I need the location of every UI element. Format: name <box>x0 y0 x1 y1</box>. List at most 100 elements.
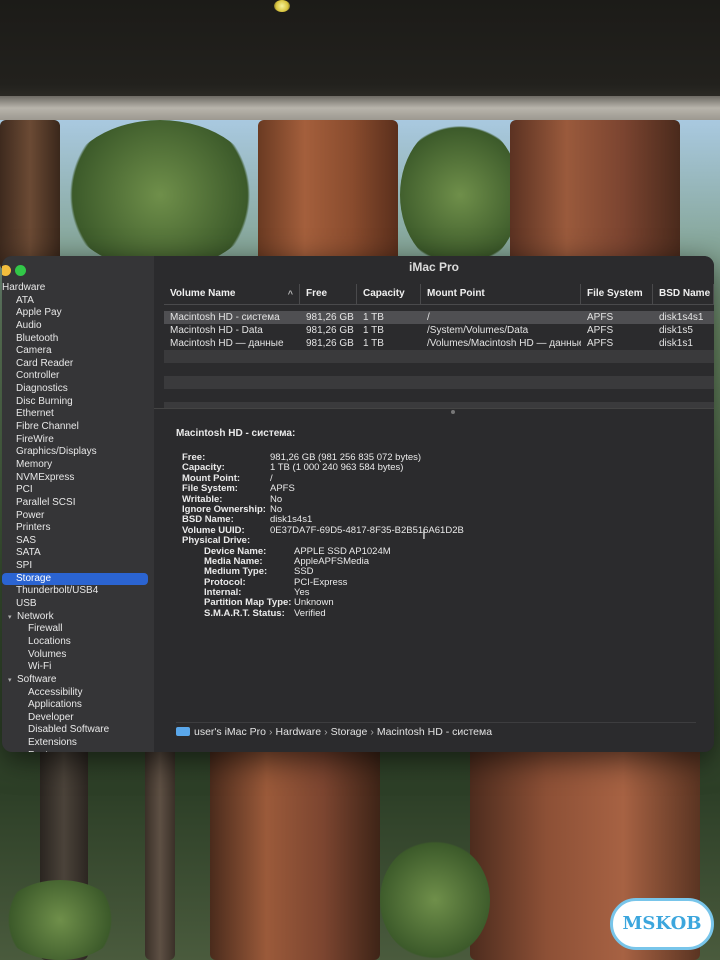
sidebar-item-nvmexpress[interactable]: NVMExpress <box>2 472 154 485</box>
sidebar-item-software[interactable]: ▾ Software <box>2 674 154 687</box>
sidebar-item-network[interactable]: ▾ Network <box>2 611 154 624</box>
sidebar-item-label: Fonts <box>28 750 53 752</box>
window-close-button[interactable] <box>2 265 11 276</box>
sidebar-item-label: NVMExpress <box>16 471 75 483</box>
sidebar-item-disc-burning[interactable]: Disc Burning <box>2 396 154 409</box>
detail-label: Physical Drive: <box>182 535 251 547</box>
volumes-table: Volume Name ^ Free Capacity Mount Point F… <box>164 284 714 415</box>
sidebar-item-disabled-software[interactable]: Disabled Software <box>2 724 154 737</box>
text-cursor-icon: I <box>422 526 426 542</box>
foliage <box>400 120 520 270</box>
sidebar-item-camera[interactable]: Camera <box>2 345 154 358</box>
sidebar-item-power[interactable]: Power <box>2 510 154 523</box>
sidebar-item-label: Card Reader <box>16 357 74 369</box>
table-cell-free: 981,26 GB <box>306 312 354 323</box>
sidebar-item-firewall[interactable]: Firewall <box>2 623 154 636</box>
volume-details: Macintosh HD - система: Free: 981,26 GB (… <box>176 428 696 619</box>
sidebar-item-parallel-scsi[interactable]: Parallel SCSI <box>2 497 154 510</box>
split-handle-icon[interactable] <box>451 410 455 414</box>
column-header-free[interactable]: Free <box>300 284 357 304</box>
detail-label: S.M.A.R.T. Status: <box>204 607 285 619</box>
table-row[interactable]: Macintosh HD - Data 981,26 GB 1 TB/System/… <box>164 324 714 337</box>
sidebar-item-label: Volumes <box>28 648 67 660</box>
sidebar-item-controller[interactable]: Controller <box>2 370 154 383</box>
sidebar-item-spi[interactable]: SPI <box>2 560 154 573</box>
table-cell-free: 981,26 GB <box>306 325 354 336</box>
sidebar-item-sas[interactable]: SAS <box>2 535 154 548</box>
sidebar-item-developer[interactable]: Developer <box>2 712 154 725</box>
window-zoom-button[interactable] <box>15 265 26 276</box>
sidebar-item-wi-fi[interactable]: Wi-Fi <box>2 661 154 674</box>
tree-trunk <box>258 120 398 270</box>
sidebar-item-usb[interactable]: USB <box>2 598 154 611</box>
sidebar-item-applications[interactable]: Applications <box>2 699 154 712</box>
sidebar-item-accessibility[interactable]: Accessibility <box>2 687 154 700</box>
empty-row <box>164 389 714 402</box>
detail-value: APFS <box>270 483 295 495</box>
sidebar-item-label: Parallel SCSI <box>16 496 76 508</box>
disclosure-triangle-icon[interactable]: ▾ <box>8 612 17 625</box>
sidebar-item-label: Software <box>17 673 57 685</box>
sidebar-item-thunderbolt-usb4[interactable]: Thunderbolt/USB4 <box>2 585 154 598</box>
column-header-capacity[interactable]: Capacity <box>357 284 421 304</box>
detail-value: 1 TB (1 000 240 963 584 bytes) <box>270 462 404 474</box>
sidebar-item-bluetooth[interactable]: Bluetooth <box>2 333 154 346</box>
sidebar-item-label: Fibre Channel <box>16 421 79 433</box>
table-cell-fs: APFS <box>587 325 614 336</box>
breadcrumb-item[interactable]: Hardware <box>276 726 322 738</box>
sidebar-item-label: Audio <box>16 319 42 331</box>
column-header-file-system[interactable]: File System <box>581 284 653 304</box>
table-cell-capacity: 1 TB <box>363 325 384 336</box>
sidebar-item-locations[interactable]: Locations <box>2 636 154 649</box>
sidebar-item-audio[interactable]: Audio <box>2 320 154 333</box>
column-header-volume-name[interactable]: Volume Name ^ <box>164 284 300 304</box>
sidebar-item-label: Graphics/Displays <box>16 446 97 458</box>
column-header-mount-point[interactable]: Mount Point <box>421 284 581 304</box>
sidebar-item-diagnostics[interactable]: Diagnostics <box>2 383 154 396</box>
table-cell-bsd: disk1s4s1 <box>659 312 704 323</box>
computer-icon <box>176 727 190 736</box>
table-row[interactable]: Macintosh HD - система 981,26 GB 1 TB / APFS… <box>164 311 714 324</box>
table-row[interactable]: Macintosh HD — данные 981,26 GB 1 TB/Volum… <box>164 337 714 350</box>
detail-row: Mount Point: / <box>176 473 696 484</box>
tree-trunk <box>0 120 60 270</box>
sidebar-item-volumes[interactable]: Volumes <box>2 649 154 662</box>
sidebar-item-ata[interactable]: ATA <box>2 295 154 308</box>
sidebar-item-label: Camera <box>16 345 52 357</box>
sidebar-item-ethernet[interactable]: Ethernet <box>2 408 154 421</box>
details-heading: Macintosh HD - система: <box>176 428 296 439</box>
sidebar-item-storage[interactable]: Storage <box>2 572 148 586</box>
sidebar-item-extensions[interactable]: Extensions <box>2 737 154 750</box>
sidebar-item-hardware[interactable]: Hardware <box>2 282 154 295</box>
sidebar-item-pci[interactable]: PCI <box>2 484 154 497</box>
sidebar-item-printers[interactable]: Printers <box>2 522 154 535</box>
table-cell-mount: / <box>427 312 430 323</box>
window-title: iMac Pro <box>408 260 459 274</box>
column-header-bsd-name[interactable]: BSD Name <box>653 284 714 304</box>
sidebar-item-label: Diagnostics <box>16 383 68 395</box>
sidebar-item-sata[interactable]: SATA <box>2 547 154 560</box>
sidebar-item-memory[interactable]: Memory <box>2 459 154 472</box>
sidebar-item-fibre-channel[interactable]: Fibre Channel <box>2 421 154 434</box>
breadcrumb-item[interactable]: user's iMac Pro <box>194 726 266 738</box>
split-divider[interactable] <box>154 408 714 415</box>
sidebar-item-apple-pay[interactable]: Apple Pay <box>2 307 154 320</box>
sidebar-item-card-reader[interactable]: Card Reader <box>2 358 154 371</box>
table-cell-bsd: disk1s5 <box>659 325 693 336</box>
sidebar-item-label: Bluetooth <box>16 332 59 344</box>
breadcrumb-item[interactable]: Macintosh HD - система <box>377 726 492 738</box>
table-cell-mount: /System/Volumes/Data <box>427 325 529 336</box>
sidebar-item-label: Storage <box>16 572 52 584</box>
camera-light <box>274 0 290 12</box>
sidebar-item-label: Thunderbolt/USB4 <box>16 585 99 597</box>
detail-row: Medium Type: SSD <box>176 566 696 577</box>
sidebar-item-graphics-displays[interactable]: Graphics/Displays <box>2 446 154 459</box>
sidebar-item-label: Disabled Software <box>28 724 110 736</box>
detail-row: Protocol: PCI-Express <box>176 577 696 588</box>
detail-row: File System: APFS <box>176 483 696 495</box>
disclosure-triangle-icon[interactable]: ▾ <box>8 675 17 688</box>
sidebar-item-fonts[interactable]: Fonts <box>2 750 154 752</box>
breadcrumb-item[interactable]: Storage <box>331 726 368 738</box>
table-cell-bsd: disk1s1 <box>659 338 693 349</box>
sidebar-item-firewire[interactable]: FireWire <box>2 434 154 447</box>
